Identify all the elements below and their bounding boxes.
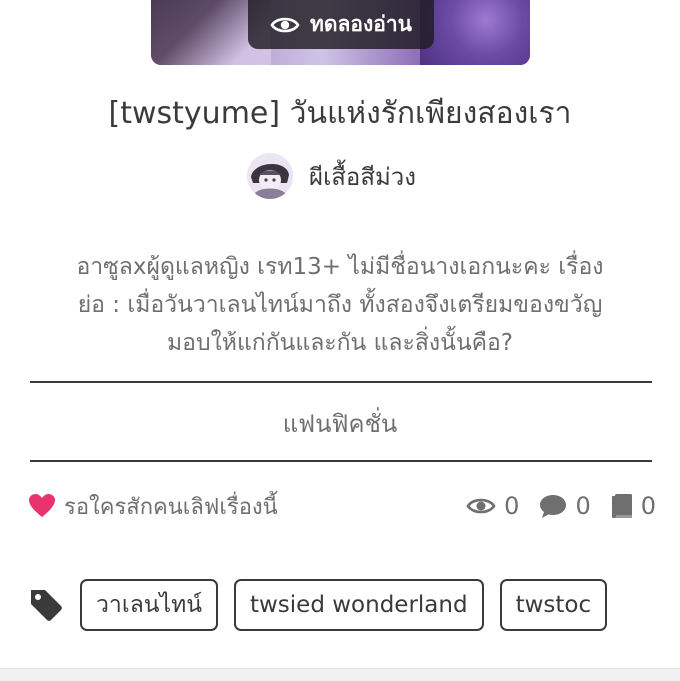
views-value: 0 (504, 492, 520, 520)
comments-value: 0 (575, 492, 591, 520)
like-prompt: รอใครสักคนเลิฟเรื่องนี้ (64, 494, 278, 520)
trial-read-label: ทดลองอ่าน (310, 12, 412, 36)
story-category[interactable]: แฟนฟิคชั่น (0, 404, 680, 443)
divider-bottom (30, 460, 652, 462)
comments-count: 0 (539, 492, 591, 520)
description-line: ย่อ : เมื่อวันวาเลนไทน์มาถึง ทั้งสองจึงเ… (77, 292, 603, 318)
bottom-bar (0, 668, 680, 681)
book-icon (611, 494, 632, 518)
cover-art-right (420, 0, 530, 65)
author-link[interactable]: ผีเสื้อสีม่วง (247, 152, 416, 200)
chapters-value: 0 (640, 492, 656, 520)
avatar[interactable] (247, 153, 293, 199)
tags-row: วาเลนไทน์ twsied wonderland twstoc (28, 576, 680, 634)
views-count: 0 (466, 492, 519, 520)
story-description: อาซูลxผู้ดูแลหญิง เรท13+ ไม่มีชื่อนางเอก… (20, 248, 660, 362)
tag-icon (31, 590, 62, 621)
story-title: [twstyume] วันแห่งรักเพียงสองเรา (108, 96, 572, 131)
like-button[interactable]: รอใครสักคนเลิฟเรื่องนี้ (28, 489, 278, 524)
avatar-image (247, 153, 293, 199)
comment-icon (540, 495, 567, 518)
author-name[interactable]: ผีเสื้อสีม่วง (309, 157, 416, 196)
story-counts: 0 0 0 (466, 492, 656, 520)
tag-item[interactable]: twstoc (499, 579, 608, 631)
divider-top (30, 381, 652, 383)
tag-item[interactable]: twsied wonderland (233, 579, 484, 631)
heart-icon (29, 494, 55, 517)
eye-icon (270, 17, 300, 32)
description-line: อาซูลxผู้ดูแลหญิง เรท13+ ไม่มีชื่อนางเอก… (76, 254, 604, 280)
trial-read-button[interactable]: ทดลองอ่าน (248, 0, 434, 49)
stats-row: รอใครสักคนเลิฟเรื่องนี้ 0 0 0 (28, 486, 656, 526)
eye-icon (466, 498, 496, 514)
chapters-count: 0 (611, 492, 656, 520)
tag-item[interactable]: วาเลนไทน์ (80, 579, 218, 631)
description-line: มอบให้แก่กันและกัน และสิ่งนั้นคือ? (167, 330, 513, 356)
